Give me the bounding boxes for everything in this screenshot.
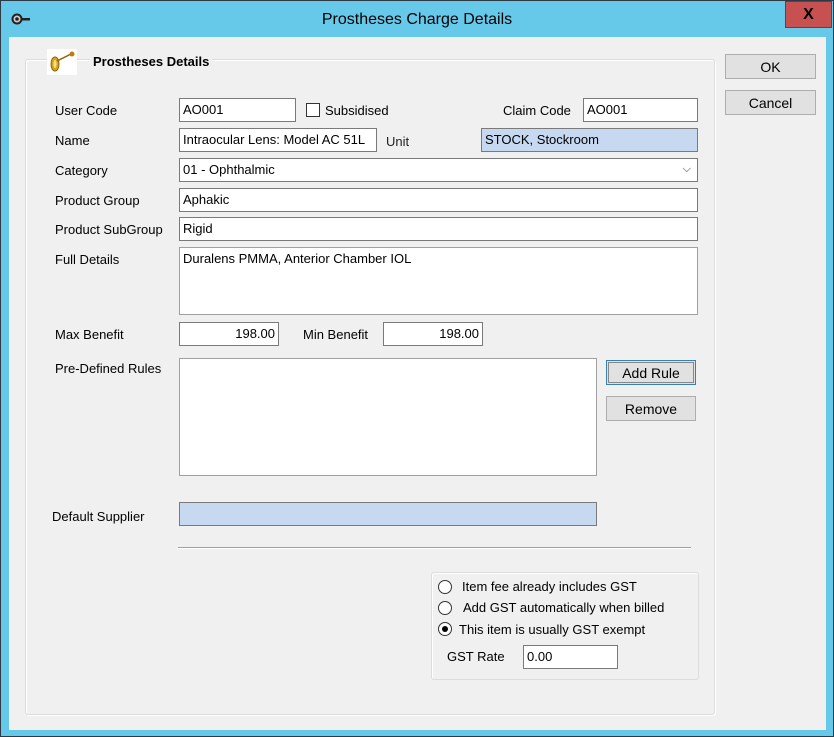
- window-title: Prostheses Charge Details: [321, 11, 513, 28]
- radio-selected-dot: [442, 626, 448, 632]
- user-code-label: User Code: [55, 103, 118, 118]
- pre-defined-rules-list[interactable]: [179, 358, 597, 476]
- group-title: Prostheses Details: [90, 54, 213, 69]
- pre-defined-rules-label: Pre-Defined Rules: [55, 361, 162, 376]
- title-bar[interactable]: Prostheses Charge Details X: [1, 1, 833, 37]
- claim-code-label: Claim Code: [503, 103, 571, 118]
- prosthesis-key-icon: [47, 49, 77, 75]
- unit-field[interactable]: STOCK, Stockroom: [481, 128, 698, 152]
- product-group-input[interactable]: Aphakic: [179, 188, 698, 212]
- default-supplier-field[interactable]: [179, 502, 597, 526]
- add-rule-button[interactable]: Add Rule: [606, 360, 696, 385]
- unit-label: Unit: [386, 134, 410, 149]
- close-icon: X: [803, 5, 814, 23]
- dialog-client-area: Prostheses Details OK Cancel User Code A…: [9, 37, 826, 730]
- user-code-input[interactable]: AO001: [179, 98, 296, 122]
- dialog-window: Prostheses Charge Details X Prostheses D…: [0, 0, 834, 737]
- gst-option-label-add-auto: Add GST automatically when billed: [463, 600, 665, 615]
- max-benefit-input[interactable]: 198.00: [179, 322, 279, 346]
- name-input[interactable]: Intraocular Lens: Model AC 51L: [179, 128, 377, 152]
- category-label: Category: [55, 163, 108, 178]
- full-details-textarea[interactable]: Duralens PMMA, Anterior Chamber IOL: [179, 247, 698, 315]
- product-subgroup-label: Product SubGroup: [55, 222, 163, 237]
- name-label: Name: [55, 133, 90, 148]
- cancel-button[interactable]: Cancel: [725, 90, 816, 115]
- separator-line: [178, 547, 691, 549]
- gst-option-radio-exempt[interactable]: [438, 622, 452, 636]
- subsidised-label: Subsidised: [325, 103, 389, 118]
- category-combobox[interactable]: 01 - Ophthalmic ⌵: [179, 158, 698, 182]
- default-supplier-label: Default Supplier: [52, 509, 145, 524]
- chevron-down-icon[interactable]: ⌵: [683, 163, 691, 176]
- gst-rate-input[interactable]: 0.00: [523, 645, 618, 669]
- close-button[interactable]: X: [785, 1, 832, 28]
- category-value: 01 - Ophthalmic: [183, 162, 275, 177]
- max-benefit-label: Max Benefit: [55, 327, 124, 342]
- min-benefit-label: Min Benefit: [303, 327, 369, 342]
- subsidised-checkbox[interactable]: [306, 103, 320, 117]
- gst-option-label-includes: Item fee already includes GST: [462, 579, 637, 594]
- product-group-label: Product Group: [55, 193, 140, 208]
- min-benefit-input[interactable]: 198.00: [383, 322, 483, 346]
- full-details-label: Full Details: [55, 252, 120, 267]
- gst-option-label-exempt: This item is usually GST exempt: [459, 622, 646, 637]
- claim-code-input[interactable]: AO001: [583, 98, 698, 122]
- gst-option-radio-includes[interactable]: [438, 580, 452, 594]
- remove-button[interactable]: Remove: [606, 396, 696, 421]
- gst-rate-label: GST Rate: [447, 649, 505, 664]
- gst-option-radio-add-auto[interactable]: [438, 601, 452, 615]
- product-subgroup-input[interactable]: Rigid: [179, 217, 698, 241]
- ok-button[interactable]: OK: [725, 54, 816, 79]
